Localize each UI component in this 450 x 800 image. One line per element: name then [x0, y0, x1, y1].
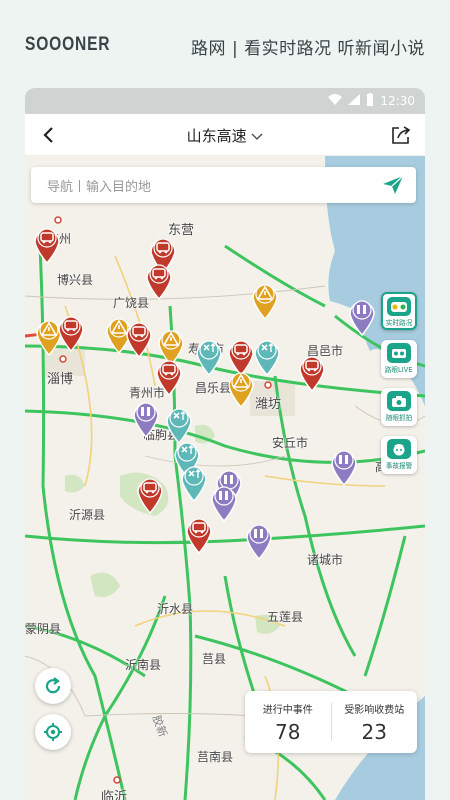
signal-icon [348, 94, 361, 108]
place-label: 莒南县 [197, 750, 234, 764]
place-label: 五莲县 [267, 610, 304, 624]
tool-label: 事故报警 [385, 462, 413, 470]
control-pin-icon[interactable] [195, 336, 223, 376]
place-label: 昌乐县 [195, 381, 232, 395]
stat-value: 78 [275, 720, 301, 744]
traffic-light-icon [387, 297, 411, 316]
place-label: 博兴县 [57, 273, 94, 287]
place-label: 沂源县 [69, 508, 106, 522]
tool-realtime-traffic[interactable]: 实时路况 [381, 292, 417, 330]
toll-pin-icon[interactable] [210, 482, 238, 522]
region-title: 山东高速 [186, 127, 247, 145]
status-time: 12:30 [380, 94, 415, 108]
tool-label: 路眼LIVE [385, 366, 413, 374]
toll-pin-icon[interactable] [330, 446, 358, 486]
accident-pin-icon[interactable] [155, 356, 183, 396]
battery-icon [366, 93, 374, 109]
stat-value: 23 [361, 720, 387, 744]
accident-pin-icon[interactable] [125, 318, 153, 358]
tool-snapshot[interactable]: 随眼抓拍 [381, 388, 417, 426]
accident-pin-icon[interactable] [136, 474, 164, 514]
tool-label: 实时路况 [385, 319, 413, 327]
destination-search-input[interactable]: 导航丨输入目的地 [31, 167, 416, 203]
toll-pin-icon[interactable] [348, 296, 376, 336]
status-bar: 12:30 [25, 88, 425, 114]
send-icon[interactable] [382, 175, 404, 199]
locate-icon [44, 723, 62, 741]
toll-pin-icon[interactable] [245, 520, 273, 560]
tool-label: 随眼抓拍 [385, 414, 413, 422]
wifi-icon [328, 94, 343, 108]
place-label: 蒙阴县 [25, 622, 62, 636]
accident-pin-icon[interactable] [298, 352, 326, 392]
place-label: 安丘市 [272, 436, 309, 450]
place-label: 广饶县 [113, 296, 150, 310]
accident-pin-icon[interactable] [33, 224, 61, 264]
control-pin-icon[interactable] [253, 336, 281, 376]
camera-icon [387, 391, 411, 411]
promo-header: SOOONER 路网 | 看实时路况 听新闻小说 [0, 0, 450, 88]
search-placeholder: 导航丨输入目的地 [47, 179, 152, 195]
live-camera-icon [387, 343, 411, 363]
locate-button[interactable] [35, 714, 71, 750]
map-tools: 实时路况 路眼LIVE 随眼抓拍 事故报警 [381, 292, 419, 484]
place-label: 淄博 [47, 372, 74, 387]
brand-logo: SOOONER [25, 34, 111, 55]
event-stats-card[interactable]: 进行中事件 78 受影响收费站 23 [245, 691, 417, 753]
place-label: 临沂 [101, 790, 128, 800]
accident-pin-icon[interactable] [185, 514, 213, 554]
construction-pin-icon[interactable] [227, 368, 255, 408]
place-label: 诸城市 [307, 553, 344, 567]
traffic-map[interactable]: 滨州 东营 博兴县 广饶县 寿光市 昌邑市 淄博 青州市 昌乐县 潍坊 临朐县 … [25, 156, 425, 800]
control-pin-icon[interactable] [180, 462, 208, 502]
construction-pin-icon[interactable] [251, 280, 279, 320]
top-nav-bar: 山东高速 [25, 114, 425, 156]
share-icon[interactable] [389, 123, 413, 147]
place-label: 潍坊 [255, 397, 282, 412]
chevron-down-icon [251, 127, 263, 145]
stat-ongoing-events: 进行中事件 78 [245, 691, 331, 753]
tool-accident-report[interactable]: 事故报警 [381, 436, 417, 474]
accident-pin-icon[interactable] [57, 312, 85, 352]
place-label: 莒县 [202, 652, 227, 666]
toll-pin-icon[interactable] [132, 398, 160, 438]
promo-tagline: 路网 | 看实时路况 听新闻小说 [191, 39, 425, 59]
stat-label: 进行中事件 [262, 705, 313, 716]
police-icon [387, 439, 411, 459]
accident-pin-icon[interactable] [145, 260, 173, 300]
region-selector[interactable]: 山东高速 [25, 125, 425, 146]
refresh-button[interactable] [35, 668, 71, 704]
stat-affected-tolls: 受影响收费站 23 [332, 691, 418, 753]
tool-road-live[interactable]: 路眼LIVE [381, 340, 417, 378]
refresh-icon [45, 677, 61, 694]
stat-label: 受影响收费站 [344, 705, 405, 716]
place-label: 沂南县 [125, 658, 162, 672]
phone-frame: 12:30 山东高速 东营 博兴县 广饶县 昌邑市 淄博 青州市 昌乐县 潍坊 … [25, 88, 425, 800]
place-label: 沂水县 [157, 602, 194, 616]
